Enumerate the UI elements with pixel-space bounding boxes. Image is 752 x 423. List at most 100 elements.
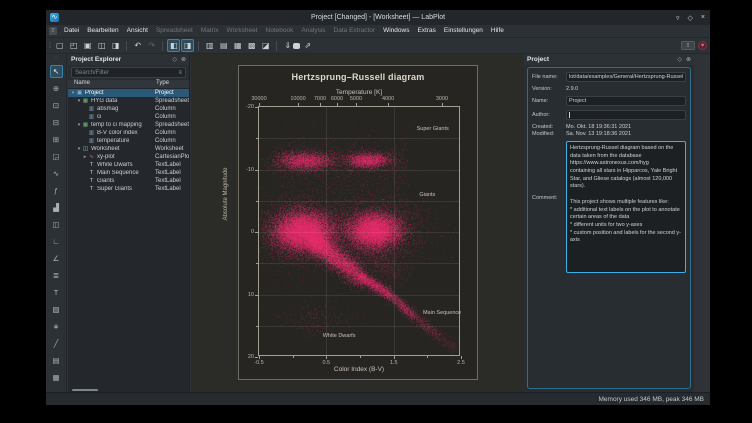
new-worksheet-button[interactable]: ◪	[259, 39, 272, 52]
plot-annotation[interactable]: Giants	[419, 192, 435, 198]
maximize-button[interactable]: ◇	[688, 14, 693, 22]
name-field[interactable]: Project	[566, 96, 686, 106]
add-custom-point-button[interactable]: ∗	[50, 320, 63, 333]
zoom-y-select-button[interactable]: ⊞	[50, 133, 63, 146]
plot-annotation[interactable]: White Dwarfs	[323, 333, 356, 339]
scrollbar-handle[interactable]	[72, 389, 98, 391]
axis-tick	[259, 356, 260, 359]
menu-ansicht[interactable]: Ansicht	[123, 25, 152, 37]
column-header-type[interactable]: Type	[156, 80, 169, 88]
project-properties-form: File name: lot/data/examples/General/Her…	[527, 67, 691, 389]
add-reference-line-button[interactable]: ╱	[50, 337, 63, 350]
zoom-select-button[interactable]: ⊡	[50, 99, 63, 112]
vertical-layout-button[interactable]: ▤	[50, 354, 63, 367]
project-tree: ▾▣ProjectProject▾▦HYG dataSpreadsheet▥ab…	[68, 89, 189, 388]
tree-row[interactable]: TGiantsTextLabel	[68, 177, 189, 185]
new-spreadsheet-button[interactable]: ▦	[231, 39, 244, 52]
tree-row[interactable]: ▾▦temp to ci mappingSpreadsheet	[68, 121, 189, 129]
new-folder-button[interactable]: ▥	[203, 39, 216, 52]
toggle-properties-button[interactable]: ◨	[181, 39, 194, 52]
add-histogram-button[interactable]: ▟	[50, 201, 63, 214]
plot-area[interactable]: 300001000070006000500040003000-0.50.51.5…	[258, 106, 460, 356]
open-project-button[interactable]: ◰	[67, 39, 80, 52]
float-dock-icon[interactable]: ◇	[677, 56, 682, 63]
add-legend-button[interactable]: ≣	[50, 269, 63, 282]
input-method-icon[interactable]: ⠿	[681, 41, 695, 50]
menu-datei[interactable]: Datei	[60, 25, 83, 37]
add-equation-curve-button[interactable]: ƒ	[50, 184, 63, 197]
menu-einstellungen[interactable]: Einstellungen	[440, 25, 487, 37]
tree-row[interactable]: ▾▦HYG dataSpreadsheet	[68, 97, 189, 105]
add-curve-button[interactable]: ∿	[50, 167, 63, 180]
created-label: Created:	[532, 124, 566, 130]
comment-field[interactable]: Hertzsprung-Russel diagram based on the …	[566, 141, 686, 273]
float-dock-icon[interactable]: ◇	[172, 56, 177, 63]
menu-windows[interactable]: Windows	[379, 25, 413, 37]
tree-row[interactable]: ▥B-V color indexColumn	[68, 129, 189, 137]
new-matrix-button[interactable]: ▩	[245, 39, 258, 52]
x-axis-label[interactable]: Color Index (B-V)	[258, 366, 460, 373]
close-dock-icon[interactable]: ⊗	[181, 56, 186, 63]
tree-row[interactable]: TSuper GiantsTextLabel	[68, 185, 189, 193]
toggle-project-explorer-button[interactable]: ◧	[167, 39, 180, 52]
select-mode-button[interactable]: ↖	[50, 65, 63, 78]
new-project-button[interactable]: ▢	[53, 39, 66, 52]
add-second-axis-button[interactable]: ∠	[50, 252, 63, 265]
new-project-icon: ▢	[56, 41, 64, 50]
close-dock-icon[interactable]: ⊗	[686, 56, 691, 63]
tree-row[interactable]: ▥ciColumn	[68, 113, 189, 121]
properties-header[interactable]: Project ◇ ⊗	[524, 54, 694, 65]
close-button[interactable]: ×	[701, 14, 705, 21]
add-plot-button[interactable]: ◲	[50, 150, 63, 163]
tree-row[interactable]: ▾◫WorksheetWorksheet	[68, 145, 189, 153]
tree-row[interactable]: ▸∿xy-plotCartesianPlot	[68, 153, 189, 161]
new-workbook-button[interactable]: ▤	[217, 39, 230, 52]
add-custom-point-icon: ∗	[53, 322, 59, 331]
toolbar-handle[interactable]: ∙∙	[54, 56, 57, 61]
add-boxplot-button[interactable]: ◫	[50, 218, 63, 231]
import-dropdown-caret[interactable]: ▾	[293, 43, 300, 49]
donate-icon[interactable]: ♥	[698, 41, 707, 50]
title-bar[interactable]: ∿ Project [Changed] - [Worksheet] — LabP…	[46, 10, 710, 25]
add-axis-button[interactable]: ∟	[50, 235, 63, 248]
print-button[interactable]: ◫	[95, 39, 108, 52]
share-button[interactable]: ⇗	[301, 39, 314, 52]
tree-row[interactable]: ▾▣ProjectProject	[68, 89, 189, 97]
undo-button[interactable]: ↶	[131, 39, 144, 52]
search-input[interactable]: Search/Filter ≡	[71, 67, 186, 78]
tree-row[interactable]: ▥absmagColumn	[68, 105, 189, 113]
redo-button[interactable]: ↷	[145, 39, 158, 52]
tree-row[interactable]: TWhite DwarfsTextLabel	[68, 161, 189, 169]
tree-item-type: TextLabel	[155, 186, 189, 192]
zoom-x-select-button[interactable]: ⊟	[50, 116, 63, 129]
add-equation-curve-icon: ƒ	[54, 186, 58, 195]
worksheet-view[interactable]: Hertzsprung–Russell diagram Temperature …	[191, 54, 524, 392]
top-axis-label[interactable]: Temperature [K]	[258, 89, 460, 96]
author-field[interactable]	[566, 110, 686, 120]
add-text-label-button[interactable]: T	[50, 286, 63, 299]
tree-row[interactable]: TMain SequenceTextLabel	[68, 169, 189, 177]
file-name-field[interactable]: lot/data/examples/General/Hertzsprung-Ru…	[566, 72, 686, 82]
y-axis-label[interactable]: Absolute Magnitude	[223, 154, 229, 234]
menu-hilfe[interactable]: Hilfe	[487, 25, 508, 37]
minimize-button[interactable]: ▿	[676, 14, 680, 22]
plot-title[interactable]: Hertzsprung–Russell diagram	[239, 72, 477, 82]
save-project-button[interactable]: ▣	[81, 39, 94, 52]
window-title: Project [Changed] - [Worksheet] — LabPlo…	[46, 14, 710, 21]
toolbar-handle[interactable]: ⁞	[49, 41, 50, 50]
crosshair-mode-button[interactable]: ⊕	[50, 82, 63, 95]
column-header-name[interactable]: Name	[68, 80, 156, 88]
tree-row[interactable]: ▥temperatureColumn	[68, 137, 189, 145]
plot-annotation[interactable]: Super Giants	[417, 126, 449, 132]
menu-worksheet: Worksheet	[223, 25, 262, 37]
print-preview-button[interactable]: ◨	[109, 39, 122, 52]
filter-icon[interactable]: ≡	[178, 70, 182, 76]
menu-extras[interactable]: Extras	[413, 25, 439, 37]
project-explorer-header[interactable]: Project Explorer ◇ ⊗	[68, 54, 189, 65]
worksheet-page[interactable]: Hertzsprung–Russell diagram Temperature …	[238, 65, 478, 380]
project-icon: ▣	[76, 90, 83, 96]
grid-layout-button[interactable]: ▦	[50, 371, 63, 384]
menu-bearbeiten[interactable]: Bearbeiten	[83, 25, 122, 37]
plot-annotation[interactable]: Main Sequence	[423, 310, 461, 316]
add-image-button[interactable]: ▨	[50, 303, 63, 316]
